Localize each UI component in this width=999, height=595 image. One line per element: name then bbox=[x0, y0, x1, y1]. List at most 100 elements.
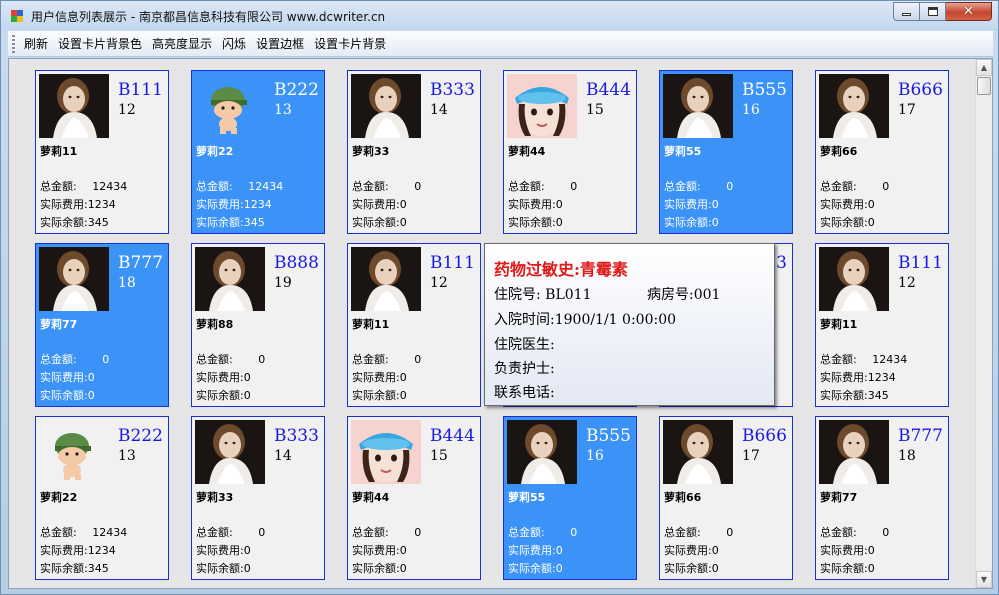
tooltip-doctor: 住院医生: bbox=[494, 337, 555, 353]
menu-set-card-background[interactable]: 设置卡片背景 bbox=[309, 33, 391, 55]
total-amount-label: 总金额: bbox=[40, 353, 77, 366]
card-avatar bbox=[819, 74, 889, 138]
scroll-up-icon[interactable]: ▲ bbox=[976, 59, 992, 76]
user-card[interactable]: B333 14 萝莉33 总金额: 0 实际费用:0 实际余额:0 bbox=[191, 416, 325, 580]
menu-set-border[interactable]: 设置边框 bbox=[251, 33, 309, 55]
menu-refresh[interactable]: 刷新 bbox=[19, 33, 53, 55]
user-card[interactable]: B777 18 萝莉77 总金额: 0 实际费用:0 实际余额:0 bbox=[815, 416, 949, 580]
total-amount-label: 总金额: bbox=[664, 526, 701, 539]
card-panel: B111 12 萝莉11 总金额: 12434 实际费用:1234 实际余额:345 B22… bbox=[8, 58, 993, 589]
actual-cost-label: 实际费用: bbox=[40, 371, 88, 384]
actual-balance-value: 345 bbox=[87, 562, 109, 575]
total-amount-label: 总金额: bbox=[196, 526, 233, 539]
total-amount-value: 0 bbox=[570, 526, 578, 539]
card-code: B222 bbox=[118, 426, 163, 446]
card-finance: 总金额: 12434 实际费用:1234 实际余额:345 bbox=[40, 178, 127, 232]
girl-photo bbox=[819, 74, 889, 138]
minimize-button[interactable] bbox=[893, 2, 920, 21]
card-age: 14 bbox=[274, 448, 292, 464]
card-code: B555 bbox=[586, 426, 631, 446]
actual-balance-value: 0 bbox=[399, 562, 407, 575]
actual-balance-value: 0 bbox=[399, 389, 407, 402]
actual-balance-label: 实际余额: bbox=[196, 389, 244, 402]
user-card[interactable]: B111 12 萝莉11 总金额: 12434 实际费用:1234 实际余额:345 bbox=[35, 70, 169, 234]
tooltip-phone: 联系电话: bbox=[494, 385, 555, 401]
card-age: 18 bbox=[898, 448, 916, 464]
card-finance: 总金额: 0 实际费用:0 实际余额:0 bbox=[820, 524, 889, 578]
total-amount-value: 0 bbox=[570, 180, 578, 193]
card-avatar bbox=[351, 247, 421, 311]
card-finance: 总金额: 0 实际费用:0 实际余额:0 bbox=[352, 178, 421, 232]
total-amount-label: 总金额: bbox=[196, 180, 233, 193]
actual-cost-value: 0 bbox=[399, 544, 407, 557]
user-card[interactable]: B111 12 萝莉11 总金额: 12434 实际费用:1234 实际余额:345 bbox=[815, 243, 949, 407]
user-card[interactable]: B888 19 萝莉88 总金额: 0 实际费用:0 实际余额:0 bbox=[191, 243, 325, 407]
card-age: 12 bbox=[430, 275, 448, 291]
actual-balance-value: 345 bbox=[87, 216, 109, 229]
card-finance: 总金额: 12434 实际费用:1234 实际余额:345 bbox=[820, 351, 907, 405]
actual-cost-value: 0 bbox=[867, 544, 875, 557]
user-card[interactable]: B444 15 萝莉44 总金额: 0 实际费用:0 实际余额:0 bbox=[503, 70, 637, 234]
card-code: B444 bbox=[586, 80, 631, 100]
card-name: 萝莉77 bbox=[820, 491, 858, 504]
scroll-down-icon[interactable]: ▼ bbox=[976, 571, 992, 588]
card-age: 13 bbox=[274, 102, 292, 118]
actual-cost-value: 0 bbox=[711, 198, 719, 211]
app-window: 用户信息列表展示 - 南京都昌信息科技有限公司 www.dcwriter.cn … bbox=[0, 0, 999, 595]
user-card[interactable]: B111 12 萝莉11 总金额: 0 实际费用:0 实际余额:0 bbox=[347, 243, 481, 407]
user-card[interactable]: B555 16 萝莉55 总金额: 0 实际费用:0 实际余额:0 bbox=[659, 70, 793, 234]
card-avatar bbox=[663, 74, 733, 138]
actual-cost-value: 0 bbox=[399, 371, 407, 384]
total-amount-label: 总金额: bbox=[820, 180, 857, 193]
actual-balance-label: 实际余额: bbox=[40, 562, 88, 575]
card-finance: 总金额: 0 实际费用:0 实际余额:0 bbox=[508, 178, 577, 232]
maximize-button[interactable] bbox=[920, 2, 946, 21]
user-card[interactable]: B777 18 萝莉77 总金额: 0 实际费用:0 实际余额:0 bbox=[35, 243, 169, 407]
actual-cost-value: 1234 bbox=[87, 544, 116, 557]
total-amount-label: 总金额: bbox=[664, 180, 701, 193]
girl-blue-hat-photo bbox=[351, 420, 421, 484]
card-avatar bbox=[663, 420, 733, 484]
user-card[interactable]: B444 15 萝莉44 总金额: 0 实际费用:0 实际余额:0 bbox=[347, 416, 481, 580]
user-card[interactable]: B666 17 萝莉66 总金额: 0 实际费用:0 实际余额:0 bbox=[659, 416, 793, 580]
card-name: 萝莉11 bbox=[40, 145, 78, 158]
user-card[interactable]: B666 17 萝莉66 总金额: 0 实际费用:0 实际余额:0 bbox=[815, 70, 949, 234]
actual-balance-value: 0 bbox=[711, 216, 719, 229]
card-avatar bbox=[195, 74, 265, 138]
actual-balance-value: 345 bbox=[243, 216, 265, 229]
menu-set-card-bgcolor[interactable]: 设置卡片背景色 bbox=[53, 33, 147, 55]
scroll-thumb[interactable] bbox=[977, 77, 991, 95]
card-avatar bbox=[507, 420, 577, 484]
total-amount-label: 总金额: bbox=[40, 180, 77, 193]
tooltip-allergy: 药物过敏史:青霉素 bbox=[494, 260, 628, 279]
user-card[interactable]: B555 16 萝莉55 总金额: 0 实际费用:0 实际余额:0 bbox=[503, 416, 637, 580]
user-card[interactable]: B222 13 萝莉22 总金额: 12434 实际费用:1234 实际余额:345 bbox=[35, 416, 169, 580]
menu-blink[interactable]: 闪烁 bbox=[217, 33, 251, 55]
user-card[interactable]: B222 13 萝莉22 总金额: 12434 实际费用:1234 实际余额:345 bbox=[191, 70, 325, 234]
girl-photo bbox=[195, 247, 265, 311]
card-code: B111 bbox=[430, 253, 475, 273]
actual-cost-label: 实际费用: bbox=[196, 544, 244, 557]
total-amount-label: 总金额: bbox=[352, 353, 389, 366]
card-name: 萝莉33 bbox=[196, 491, 234, 504]
card-name: 萝莉55 bbox=[664, 145, 702, 158]
actual-cost-value: 0 bbox=[243, 371, 251, 384]
menu-highlight[interactable]: 高亮度显示 bbox=[147, 33, 217, 55]
girl-photo bbox=[39, 247, 109, 311]
actual-cost-label: 实际费用: bbox=[820, 198, 868, 211]
girl-photo bbox=[39, 74, 109, 138]
vertical-scrollbar[interactable]: ▲ ▼ bbox=[975, 59, 992, 588]
close-button[interactable]: ✕ bbox=[946, 2, 992, 21]
tooltip-admission-time: 入院时间:1900/1/1 0:00:00 bbox=[494, 312, 677, 328]
total-amount-value: 12434 bbox=[92, 526, 128, 539]
menu-grip-icon[interactable] bbox=[12, 34, 15, 53]
girl-photo bbox=[195, 420, 265, 484]
actual-cost-label: 实际费用: bbox=[196, 371, 244, 384]
actual-balance-label: 实际余额: bbox=[352, 562, 400, 575]
title-bar[interactable]: 用户信息列表展示 - 南京都昌信息科技有限公司 www.dcwriter.cn … bbox=[1, 1, 998, 31]
actual-balance-value: 345 bbox=[867, 389, 889, 402]
actual-cost-value: 1234 bbox=[867, 371, 896, 384]
app-icon bbox=[11, 10, 23, 22]
user-card[interactable]: B333 14 萝莉33 总金额: 0 实际费用:0 实际余额:0 bbox=[347, 70, 481, 234]
actual-balance-value: 0 bbox=[243, 562, 251, 575]
